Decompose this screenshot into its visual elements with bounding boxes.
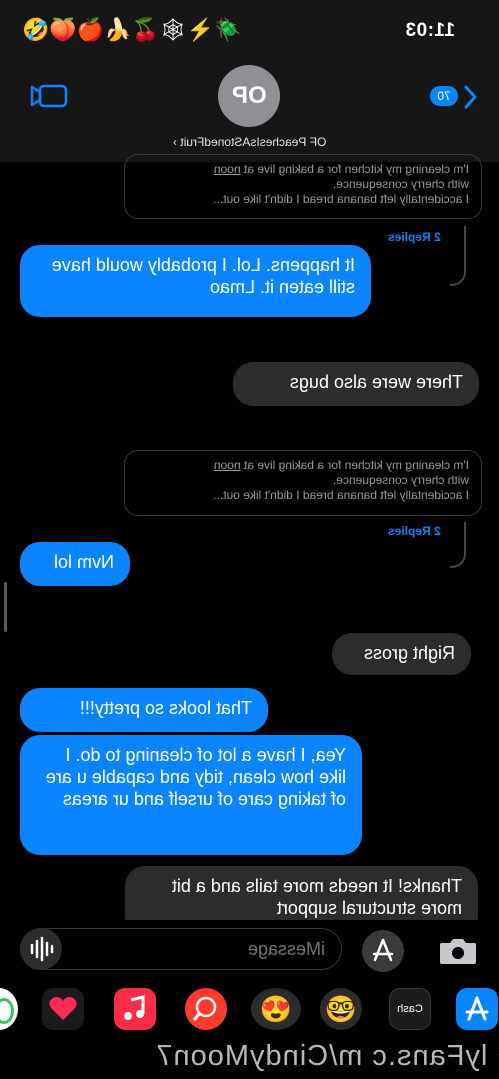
avatar[interactable]: OP bbox=[218, 65, 280, 127]
app-store-a-icon bbox=[372, 938, 394, 962]
unread-badge: 70 bbox=[430, 86, 458, 106]
quote-line-2: with cherry consequence. bbox=[332, 177, 469, 191]
quote-line-3: I accidentally left banana bread I didn'… bbox=[213, 488, 469, 502]
replies-link[interactable]: 2 Replies bbox=[388, 230, 441, 244]
video-call-button[interactable] bbox=[30, 83, 68, 109]
thread-connector bbox=[450, 226, 466, 286]
heart-digital-touch-icon[interactable] bbox=[42, 988, 84, 1030]
message-input[interactable] bbox=[20, 928, 342, 970]
message-text: It happens. Lol. I probably would have s… bbox=[51, 255, 355, 297]
message-text: There were also bugs bbox=[289, 372, 463, 392]
message-text: Yea, I have a lot of cleaning to do. I l… bbox=[45, 745, 346, 809]
camera-button[interactable] bbox=[434, 930, 482, 972]
avatar-initials: OP bbox=[231, 82, 267, 109]
message-text: That looks so pretty!!! bbox=[79, 698, 252, 718]
app-store-icon[interactable] bbox=[456, 988, 498, 1030]
quote-line-3: I accidentally left banana bread I didn'… bbox=[213, 192, 469, 206]
status-time: 11:03 bbox=[405, 20, 456, 41]
quote-line-1: I'm cleaning my kitchen for a baking liv… bbox=[213, 162, 469, 176]
watermark: O lyFans.c m/CindyMoon7 bbox=[155, 1040, 499, 1072]
waveform-icon bbox=[30, 936, 54, 962]
message-text: Thanks! It needs more tails and a bit mo… bbox=[171, 876, 462, 918]
quote-line-2: with cherry consequence. bbox=[332, 473, 469, 487]
contact-name-label: OF PeachesIsAStonedFruit › bbox=[173, 135, 327, 149]
replies-link[interactable]: 2 Replies bbox=[388, 524, 441, 538]
memoji-stickers-icon[interactable]: 😍 bbox=[251, 988, 301, 1030]
message-bubble-sent[interactable]: Yea, I have a lot of cleaning to do. I l… bbox=[20, 735, 362, 855]
audio-message-button[interactable] bbox=[20, 928, 62, 970]
app-drawer: 😍 🤓 Cash bbox=[0, 985, 499, 1033]
thread-connector bbox=[450, 522, 466, 568]
app-store-button[interactable] bbox=[362, 930, 404, 972]
cash-app-icon[interactable]: Cash bbox=[389, 988, 431, 1030]
message-text: Right gross bbox=[363, 643, 455, 663]
back-button[interactable]: 70 bbox=[428, 82, 486, 110]
thread-quote[interactable]: I'm cleaning my kitchen for a baking liv… bbox=[124, 154, 482, 219]
green-app-icon[interactable] bbox=[0, 988, 18, 1030]
thread-quote[interactable]: I'm cleaning my kitchen for a baking liv… bbox=[124, 450, 482, 516]
message-bubble-sent[interactable]: Nvm lol bbox=[20, 542, 130, 586]
music-icon[interactable] bbox=[114, 988, 156, 1030]
memoji-icon[interactable]: 🤓 bbox=[320, 988, 362, 1030]
contact-name[interactable]: OF PeachesIsAStonedFruit › bbox=[120, 135, 380, 149]
chevron-left-icon bbox=[464, 85, 477, 109]
video-camera-icon bbox=[30, 84, 68, 108]
message-bubble-received[interactable]: There were also bugs bbox=[233, 362, 479, 406]
quote-line-1: I'm cleaning my kitchen for a baking liv… bbox=[213, 458, 469, 472]
message-text: Nvm lol bbox=[53, 552, 114, 572]
message-bubble-sent[interactable]: It happens. Lol. I probably would have s… bbox=[20, 245, 371, 317]
web-images-icon[interactable] bbox=[185, 988, 227, 1030]
scroll-indicator[interactable] bbox=[4, 582, 7, 632]
status-emoji: 🤣🍑🍎🍌🍒🕸⚡🪲 bbox=[22, 17, 242, 42]
message-bubble-received[interactable]: Right gross bbox=[332, 633, 471, 675]
message-bubble-sent[interactable]: That looks so pretty!!! bbox=[20, 688, 268, 732]
camera-icon bbox=[440, 939, 476, 964]
cash-label: Cash bbox=[397, 1003, 423, 1015]
